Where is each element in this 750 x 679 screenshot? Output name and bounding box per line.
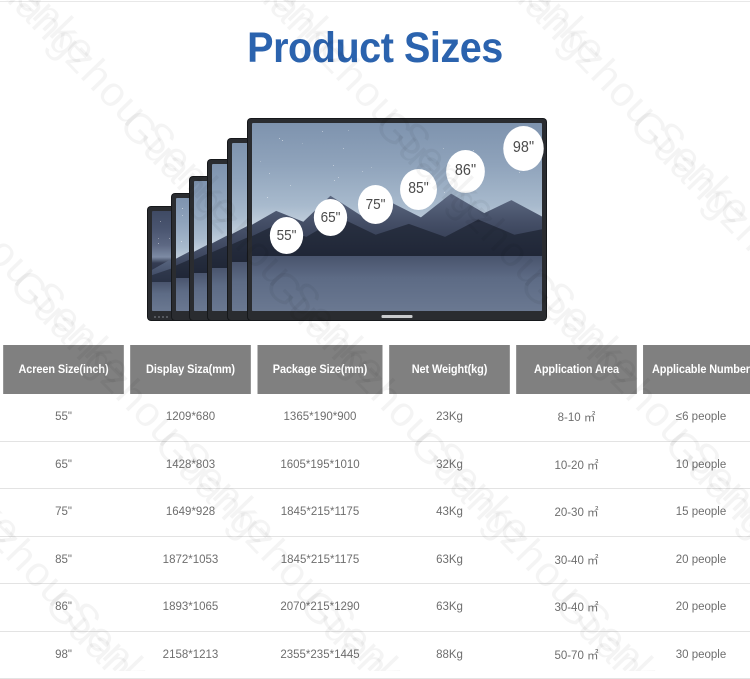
page-title: Product Sizes — [30, 24, 720, 73]
cell-application-area: 10-20 ㎡ — [513, 441, 640, 489]
cell-net-weight: 63Kg — [386, 584, 513, 632]
cell-screen-size: 98" — [0, 631, 127, 679]
table-row: 85" 1872*1053 1845*215*1175 63Kg 30-40 ㎡ 20 p… — [0, 536, 750, 584]
water-reflection — [252, 256, 542, 311]
cell-display-size: 1872*1053 — [127, 536, 254, 584]
cell-applicable-number: ≤6 people — [640, 394, 750, 441]
table-row: 75" 1649*928 1845*215*1175 43Kg 20-30 ㎡ 15 pe… — [0, 489, 750, 537]
column-header-net-weight: Net Weight(kg) — [389, 345, 510, 394]
size-badge-55in: 55" — [269, 217, 302, 254]
cell-application-area: 8-10 ㎡ — [513, 394, 640, 441]
cell-screen-size: 75" — [0, 489, 127, 537]
cell-application-area: 30-40 ㎡ — [513, 584, 640, 632]
cell-display-size: 2158*1213 — [127, 631, 254, 679]
product-size-illustration: 55" 65" 75" 85" 86" 98" — [0, 110, 750, 320]
cell-net-weight: 63Kg — [386, 536, 513, 584]
size-badge-86in: 86" — [446, 150, 485, 193]
cell-screen-size: 85" — [0, 536, 127, 584]
cell-applicable-number: 10 people — [640, 441, 750, 489]
table-body: 55" 1209*680 1365*190*900 23Kg 8-10 ㎡ ≤6 peop… — [0, 394, 750, 679]
cell-package-size: 2355*235*1445 — [254, 631, 386, 679]
cell-application-area: 50-70 ㎡ — [513, 631, 640, 679]
table-row: 86" 1893*1065 2070*215*1290 63Kg 30-40 ㎡ 20 p… — [0, 584, 750, 632]
page-root: Product Sizes 55" 65" 75" 85" 86" 98" Acreen … — [0, 0, 750, 671]
cell-package-size: 1365*190*900 — [254, 394, 386, 441]
column-header-package-size: Package Size(mm) — [257, 345, 382, 394]
cell-screen-size: 55" — [0, 394, 127, 441]
cell-package-size: 2070*215*1290 — [254, 584, 386, 632]
cell-applicable-number: 30 people — [640, 631, 750, 679]
table-row: 65" 1428*803 1605*195*1010 32Kg 10-20 ㎡ 10 pe… — [0, 441, 750, 489]
table-row: 55" 1209*680 1365*190*900 23Kg 8-10 ㎡ ≤6 peop… — [0, 394, 750, 441]
cell-screen-size: 65" — [0, 441, 127, 489]
column-header-display-size: Display Siza(mm) — [130, 345, 251, 394]
display-screen-image — [252, 123, 542, 311]
column-header-applicable-number: Applicable Number — [643, 345, 750, 394]
cell-net-weight: 32Kg — [386, 441, 513, 489]
size-badge-85in: 85" — [400, 169, 437, 210]
top-divider — [0, 1, 750, 2]
cell-package-size: 1845*215*1175 — [254, 536, 386, 584]
cell-display-size: 1893*1065 — [127, 584, 254, 632]
cell-applicable-number: 20 people — [640, 536, 750, 584]
front-port-indicators — [154, 316, 170, 318]
cell-net-weight: 88Kg — [386, 631, 513, 679]
cell-package-size: 1605*195*1010 — [254, 441, 386, 489]
specifications-table: Acreen Size(inch) Display Siza(mm) Packa… — [0, 345, 750, 679]
size-badge-65in: 65" — [313, 199, 346, 236]
cell-application-area: 30-40 ㎡ — [513, 536, 640, 584]
column-header-screen-size: Acreen Size(inch) — [3, 345, 124, 394]
size-badge-75in: 75" — [357, 185, 392, 224]
cell-display-size: 1649*928 — [127, 489, 254, 537]
table-header-row: Acreen Size(inch) Display Siza(mm) Packa… — [0, 345, 750, 394]
cell-screen-size: 86" — [0, 584, 127, 632]
column-header-application-area: Application Area — [516, 345, 637, 394]
cell-net-weight: 43Kg — [386, 489, 513, 537]
size-badge-98in: 98" — [503, 126, 544, 171]
cell-package-size: 1845*215*1175 — [254, 489, 386, 537]
front-control-bar[interactable] — [382, 315, 413, 318]
table-row: 98" 2158*1213 2355*235*1445 88Kg 50-70 ㎡ 30 p… — [0, 631, 750, 679]
cell-applicable-number: 15 people — [640, 489, 750, 537]
cell-net-weight: 23Kg — [386, 394, 513, 441]
cell-display-size: 1209*680 — [127, 394, 254, 441]
cell-display-size: 1428*803 — [127, 441, 254, 489]
cell-application-area: 20-30 ㎡ — [513, 489, 640, 537]
cell-applicable-number: 20 people — [640, 584, 750, 632]
